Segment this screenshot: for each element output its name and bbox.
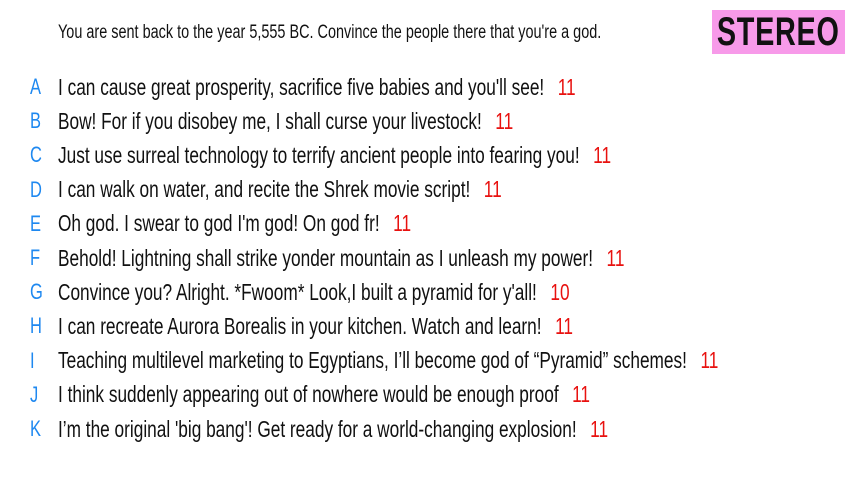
answer-score: 11: [495, 107, 514, 134]
answer-score: 11: [606, 244, 625, 271]
answer-text-value: I’m the original 'big bang'! Get ready f…: [58, 415, 577, 442]
answer-letter: C: [30, 142, 42, 168]
answer-text: Behold! Lightning shall strike yonder mo…: [58, 245, 624, 272]
answer-text-value: Convince you? Alright. *Fwoom* Look,I bu…: [58, 278, 537, 305]
answer-score: 11: [557, 73, 576, 100]
answer-score: 11: [572, 381, 591, 408]
answer-text-value: I think suddenly appearing out of nowher…: [58, 381, 559, 408]
answer-letter: B: [30, 108, 42, 134]
answer-letter: H: [30, 313, 42, 339]
answer-text-value: Oh god. I swear to god I'm god! On god f…: [58, 210, 380, 237]
answer-text: I can cause great prosperity, sacrifice …: [58, 74, 576, 101]
answer-score: 11: [590, 415, 609, 442]
answer-text-value: I can walk on water, and recite the Shre…: [58, 176, 471, 203]
answer-text: Just use surreal technology to terrify a…: [58, 142, 611, 169]
answer-text: Oh god. I swear to god I'm god! On god f…: [58, 210, 411, 237]
answer-text: Bow! For if you disobey me, I shall curs…: [58, 108, 513, 135]
answer-text-value: I can recreate Aurora Borealis in your k…: [58, 312, 542, 339]
answer-text-value: Just use surreal technology to terrify a…: [58, 141, 580, 168]
answer-letter: J: [30, 381, 39, 407]
answer-text-value: I can cause great prosperity, sacrifice …: [58, 73, 545, 100]
answer-letter: K: [30, 416, 42, 441]
answer-score: 11: [483, 176, 502, 203]
answer-text: I’m the original 'big bang'! Get ready f…: [58, 416, 608, 443]
answer-text: Convince you? Alright. *Fwoom* Look,I bu…: [58, 279, 570, 306]
prompt-text: You are sent back to the year 5,555 BC. …: [58, 22, 602, 43]
answer-score: 11: [700, 347, 719, 374]
answer-letter: I: [30, 347, 35, 373]
answer-text: I can recreate Aurora Borealis in your k…: [58, 313, 573, 340]
answer-letter: E: [30, 210, 42, 236]
answer-letter: F: [30, 245, 41, 270]
answer-score: 11: [393, 210, 412, 237]
answer-letter: A: [30, 74, 42, 99]
logo-text: STEREO: [717, 9, 840, 54]
answer-score: 11: [593, 141, 612, 168]
answer-text: I think suddenly appearing out of nowher…: [58, 381, 590, 408]
answer-text: I can walk on water, and recite the Shre…: [58, 176, 502, 203]
answer-letter: D: [30, 176, 42, 202]
answer-text: Teaching multilevel marketing to Egyptia…: [58, 347, 718, 374]
answer-score: 10: [550, 278, 570, 305]
answer-text-value: Bow! For if you disobey me, I shall curs…: [58, 107, 482, 134]
stereo-logo: STEREO: [712, 10, 845, 54]
answer-text-value: Teaching multilevel marketing to Egyptia…: [58, 347, 687, 374]
answer-score: 11: [555, 312, 573, 339]
answer-letter: G: [30, 279, 43, 305]
answer-text-value: Behold! Lightning shall strike yonder mo…: [58, 244, 594, 271]
